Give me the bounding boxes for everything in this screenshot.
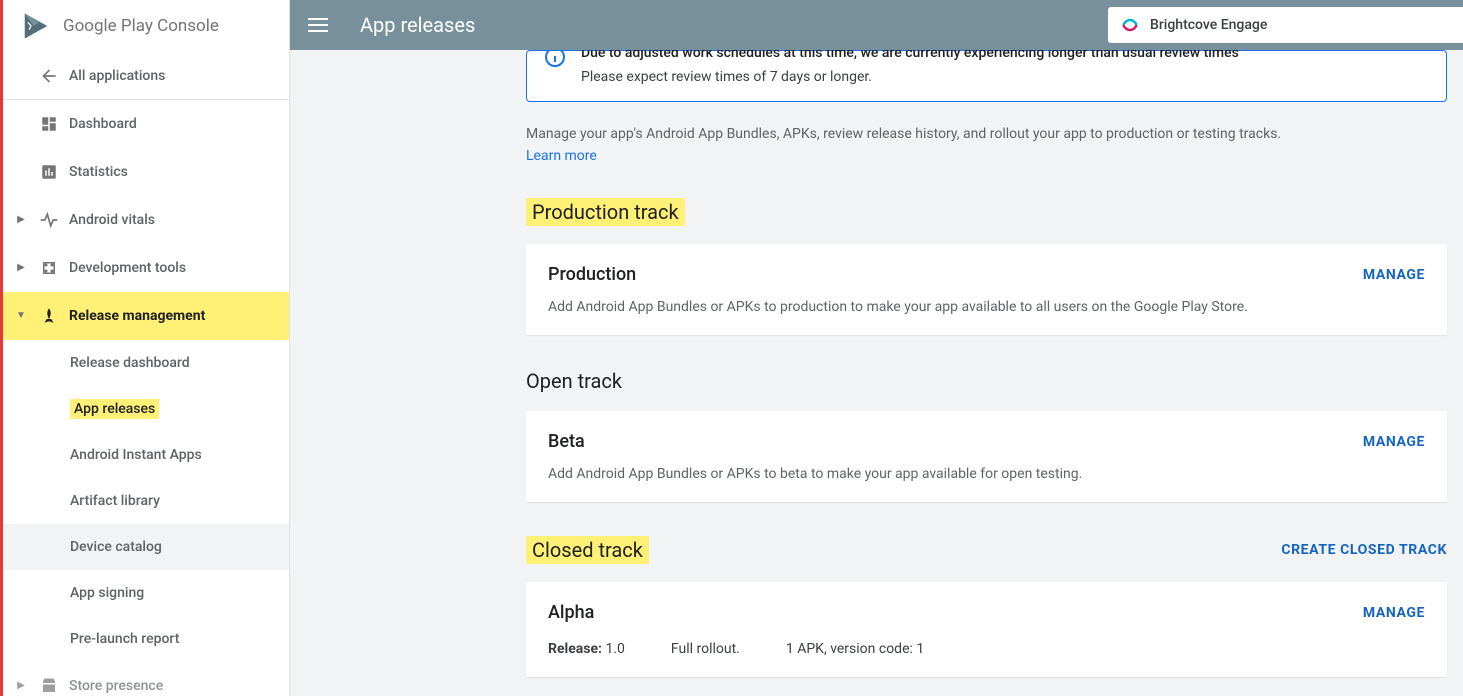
menu-icon[interactable] <box>308 13 332 37</box>
chevron-right-icon: ▶ <box>13 214 29 225</box>
nav-release-management[interactable]: ▼ Release management <box>3 292 289 340</box>
page-title: App releases <box>360 13 475 37</box>
brand-text: Google Play Console <box>63 16 219 36</box>
production-card-title: Production <box>548 264 636 285</box>
notice-body: Please expect review times of 7 days or … <box>581 69 1428 85</box>
sidebar: Google Play Console All applications Das… <box>0 0 290 696</box>
nav-store-presence[interactable]: ▶ Store presence <box>3 662 289 696</box>
nav-app-releases[interactable]: App releases <box>70 399 159 419</box>
chevron-right-icon: ▶ <box>13 680 29 691</box>
app-selector[interactable]: Brightcove Engage <box>1108 7 1463 43</box>
app-logo-icon <box>1120 15 1140 35</box>
notice-title: Due to adjusted work schedules at this t… <box>581 50 1428 61</box>
review-time-notice: Due to adjusted work schedules at this t… <box>526 50 1447 102</box>
nav-release-dashboard[interactable]: Release dashboard <box>3 340 289 386</box>
statistics-icon <box>29 163 69 181</box>
alpha-manage-button[interactable]: MANAGE <box>1363 605 1425 621</box>
chevron-right-icon: ▶ <box>13 262 29 273</box>
brand-logo[interactable]: Google Play Console <box>3 0 289 52</box>
production-card: Production MANAGE Add Android App Bundle… <box>526 244 1447 335</box>
arrow-back-icon <box>29 66 69 86</box>
beta-card-title: Beta <box>548 431 585 452</box>
alpha-apk-info: 1 APK, version code: 1 <box>786 641 924 657</box>
learn-more-link[interactable]: Learn more <box>526 148 1447 164</box>
play-console-icon <box>21 11 51 41</box>
help-text: Manage your app's Android App Bundles, A… <box>526 126 1447 142</box>
beta-manage-button[interactable]: MANAGE <box>1363 434 1425 450</box>
beta-card: Beta MANAGE Add Android App Bundles or A… <box>526 411 1447 502</box>
nav-prelaunch-report[interactable]: Pre-launch report <box>3 616 289 662</box>
closed-track-heading: Closed track <box>526 536 649 564</box>
nav-android-vitals[interactable]: ▶ Android vitals <box>3 196 289 244</box>
production-card-desc: Add Android App Bundles or APKs to produ… <box>548 299 1425 315</box>
nav-all-applications[interactable]: All applications <box>3 52 289 100</box>
dev-tools-icon <box>29 259 69 277</box>
alpha-release-version: Release: 1.0 <box>548 641 625 657</box>
create-closed-track-button[interactable]: CREATE CLOSED TRACK <box>1281 542 1447 558</box>
open-track-heading: Open track <box>526 369 622 393</box>
nav-dashboard[interactable]: Dashboard <box>3 100 289 148</box>
beta-card-desc: Add Android App Bundles or APKs to beta … <box>548 466 1425 482</box>
nav-app-signing[interactable]: App signing <box>3 570 289 616</box>
sidebar-nav: All applications Dashboard Statistics ▶ … <box>3 52 289 696</box>
store-icon <box>29 677 69 695</box>
rocket-icon <box>29 307 69 325</box>
alpha-card-title: Alpha <box>548 602 594 623</box>
production-track-heading: Production track <box>526 198 685 226</box>
dashboard-icon <box>29 115 69 133</box>
vitals-icon <box>29 210 69 230</box>
alpha-release-row: Release: 1.0 Full rollout. 1 APK, versio… <box>548 641 1425 657</box>
nav-statistics[interactable]: Statistics <box>3 148 289 196</box>
nav-device-catalog[interactable]: Device catalog <box>3 524 289 570</box>
nav-development-tools[interactable]: ▶ Development tools <box>3 244 289 292</box>
info-icon <box>543 50 567 69</box>
header: App releases Brightcove Engage <box>290 0 1463 50</box>
alpha-rollout: Full rollout. <box>671 641 740 657</box>
alpha-card: Alpha MANAGE Release: 1.0 Full rollout. … <box>526 582 1447 677</box>
production-manage-button[interactable]: MANAGE <box>1363 267 1425 283</box>
nav-instant-apps[interactable]: Android Instant Apps <box>3 432 289 478</box>
app-name: Brightcove Engage <box>1150 17 1267 33</box>
main: Due to adjusted work schedules at this t… <box>290 50 1463 696</box>
nav-artifact-library[interactable]: Artifact library <box>3 478 289 524</box>
chevron-down-icon: ▼ <box>13 310 29 321</box>
